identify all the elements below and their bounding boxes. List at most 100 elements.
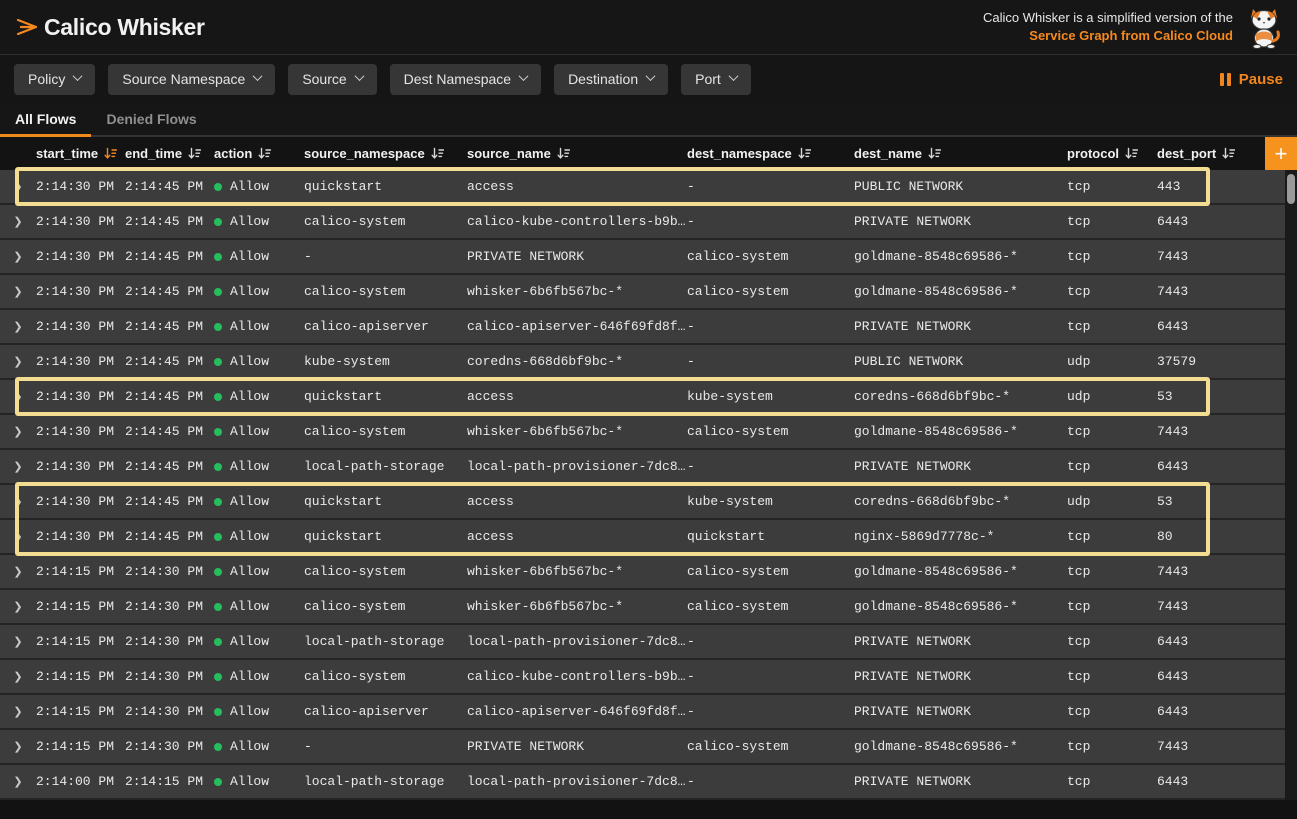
pause-icon xyxy=(1220,73,1231,86)
expand-chevron-icon[interactable]: ❯ xyxy=(13,635,22,648)
expand-chevron-icon[interactable]: ❯ xyxy=(13,285,22,298)
tab-all-flows[interactable]: All Flows xyxy=(0,103,91,135)
expand-chevron-icon[interactable]: ❯ xyxy=(13,495,22,508)
expand-chevron-icon[interactable]: ❯ xyxy=(13,460,22,473)
column-header-protocol[interactable]: protocol xyxy=(1067,146,1157,161)
source-name-cell: access xyxy=(467,389,687,404)
vertical-scrollbar[interactable] xyxy=(1285,170,1297,800)
table-row[interactable]: ❯ 2:14:30 PM 2:14:45 PM Allow local-path… xyxy=(0,450,1285,485)
table-row[interactable]: ❯ 2:14:15 PM 2:14:30 PM Allow calico-sys… xyxy=(0,590,1285,625)
end-time-cell: 2:14:45 PM xyxy=(125,214,214,229)
end-time-cell: 2:14:45 PM xyxy=(125,179,214,194)
table-row[interactable]: ❯ 2:14:00 PM 2:14:15 PM Allow local-path… xyxy=(0,765,1285,800)
filter-dropdown-source[interactable]: Source xyxy=(288,64,376,95)
start-time-cell: 2:14:30 PM xyxy=(36,354,125,369)
source-name-cell: local-path-provisioner-7dc8… xyxy=(467,634,687,649)
expand-chevron-icon[interactable]: ❯ xyxy=(13,355,22,368)
add-column-button[interactable]: + xyxy=(1265,137,1297,170)
dest-namespace-cell: - xyxy=(687,704,854,719)
column-header-action[interactable]: action xyxy=(214,146,304,161)
expand-chevron-icon[interactable]: ❯ xyxy=(13,215,22,228)
expander-cell: ❯ xyxy=(0,530,36,543)
scrollbar-thumb[interactable] xyxy=(1287,174,1295,204)
logo: Calico Whisker xyxy=(14,14,205,41)
table-row[interactable]: ❯ 2:14:30 PM 2:14:45 PM Allow quickstart… xyxy=(0,380,1285,415)
table-row[interactable]: ❯ 2:14:30 PM 2:14:45 PM Allow quickstart… xyxy=(0,170,1285,205)
table-row[interactable]: ❯ 2:14:15 PM 2:14:30 PM Allow calico-sys… xyxy=(0,555,1285,590)
column-header-dest-name[interactable]: dest_name xyxy=(854,146,1067,161)
expand-chevron-icon[interactable]: ❯ xyxy=(13,600,22,613)
action-label: Allow xyxy=(230,459,269,474)
dest-name-cell: PRIVATE NETWORK xyxy=(854,319,1067,334)
action-label: Allow xyxy=(230,424,269,439)
end-time-cell: 2:14:30 PM xyxy=(125,564,214,579)
start-time-cell: 2:14:15 PM xyxy=(36,739,125,754)
table-row[interactable]: ❯ 2:14:30 PM 2:14:45 PM Allow calico-sys… xyxy=(0,205,1285,240)
source-name-cell: access xyxy=(467,494,687,509)
source-name-cell: whisker-6b6fb567bc-* xyxy=(467,424,687,439)
filter-dropdown-port[interactable]: Port xyxy=(681,64,751,95)
expand-chevron-icon[interactable]: ❯ xyxy=(13,775,22,788)
column-header-source-namespace[interactable]: source_namespace xyxy=(304,146,467,161)
start-time-cell: 2:14:30 PM xyxy=(36,459,125,474)
table-row[interactable]: ❯ 2:14:15 PM 2:14:30 PM Allow calico-sys… xyxy=(0,660,1285,695)
service-graph-link[interactable]: Service Graph from Calico Cloud xyxy=(983,27,1233,45)
expand-chevron-icon[interactable]: ❯ xyxy=(13,565,22,578)
expand-chevron-icon[interactable]: ❯ xyxy=(13,740,22,753)
allow-status-dot xyxy=(214,183,222,191)
expander-cell: ❯ xyxy=(0,460,36,473)
column-header-dest-port[interactable]: dest_port xyxy=(1157,146,1265,161)
action-cell: Allow xyxy=(214,739,304,754)
table-row[interactable]: ❯ 2:14:30 PM 2:14:45 PM Allow calico-sys… xyxy=(0,415,1285,450)
start-time-cell: 2:14:30 PM xyxy=(36,284,125,299)
expand-chevron-icon[interactable]: ❯ xyxy=(13,320,22,333)
expand-chevron-icon[interactable]: ❯ xyxy=(13,180,22,193)
action-cell: Allow xyxy=(214,179,304,194)
filter-dropdown-dest-namespace[interactable]: Dest Namespace xyxy=(390,64,541,95)
highlighted-flow-group: ❯ 2:14:30 PM 2:14:45 PM Allow quickstart… xyxy=(0,170,1285,205)
table-row[interactable]: ❯ 2:14:15 PM 2:14:30 PM Allow local-path… xyxy=(0,625,1285,660)
action-cell: Allow xyxy=(214,354,304,369)
expand-chevron-icon[interactable]: ❯ xyxy=(13,390,22,403)
chevron-down-icon xyxy=(519,71,529,81)
action-label: Allow xyxy=(230,634,269,649)
expander-cell: ❯ xyxy=(0,670,36,683)
table-row[interactable]: ❯ 2:14:15 PM 2:14:30 PM Allow - PRIVATE … xyxy=(0,730,1285,765)
end-time-cell: 2:14:45 PM xyxy=(125,319,214,334)
table-row[interactable]: ❯ 2:14:30 PM 2:14:45 PM Allow calico-sys… xyxy=(0,275,1285,310)
dest-name-cell: PRIVATE NETWORK xyxy=(854,704,1067,719)
expand-chevron-icon[interactable]: ❯ xyxy=(13,705,22,718)
dest-port-cell: 443 xyxy=(1157,179,1285,194)
expand-chevron-icon[interactable]: ❯ xyxy=(13,425,22,438)
filter-dropdown-source-namespace[interactable]: Source Namespace xyxy=(108,64,275,95)
table-row[interactable]: ❯ 2:14:30 PM 2:14:45 PM Allow quickstart… xyxy=(0,485,1285,520)
expand-chevron-icon[interactable]: ❯ xyxy=(13,530,22,543)
expand-chevron-icon[interactable]: ❯ xyxy=(13,670,22,683)
table-row[interactable]: ❯ 2:14:30 PM 2:14:45 PM Allow calico-api… xyxy=(0,310,1285,345)
column-header-start-time[interactable]: start_time xyxy=(36,146,125,161)
tab-denied-flows[interactable]: Denied Flows xyxy=(91,103,211,135)
filter-dropdown-policy[interactable]: Policy xyxy=(14,64,95,95)
column-header-source-name[interactable]: source_name xyxy=(467,146,687,161)
allow-status-dot xyxy=(214,568,222,576)
allow-status-dot xyxy=(214,463,222,471)
dest-name-cell: PRIVATE NETWORK xyxy=(854,634,1067,649)
filter-dropdown-destination[interactable]: Destination xyxy=(554,64,668,95)
action-cell: Allow xyxy=(214,669,304,684)
source-namespace-cell: calico-system xyxy=(304,284,467,299)
column-header-dest-namespace[interactable]: dest_namespace xyxy=(687,146,854,161)
expander-cell: ❯ xyxy=(0,495,36,508)
table-row[interactable]: ❯ 2:14:30 PM 2:14:45 PM Allow quickstart… xyxy=(0,520,1285,555)
start-time-cell: 2:14:15 PM xyxy=(36,704,125,719)
allow-status-dot xyxy=(214,428,222,436)
pause-button[interactable]: Pause xyxy=(1220,71,1283,88)
table-row[interactable]: ❯ 2:14:30 PM 2:14:45 PM Allow kube-syste… xyxy=(0,345,1285,380)
table-row[interactable]: ❯ 2:14:30 PM 2:14:45 PM Allow - PRIVATE … xyxy=(0,240,1285,275)
dest-name-cell: PRIVATE NETWORK xyxy=(854,214,1067,229)
expand-chevron-icon[interactable]: ❯ xyxy=(13,250,22,263)
column-header-end-time[interactable]: end_time xyxy=(125,146,214,161)
start-time-cell: 2:14:15 PM xyxy=(36,599,125,614)
table-row[interactable]: ❯ 2:14:15 PM 2:14:30 PM Allow calico-api… xyxy=(0,695,1285,730)
start-time-cell: 2:14:15 PM xyxy=(36,634,125,649)
column-header-label: start_time xyxy=(36,146,98,161)
